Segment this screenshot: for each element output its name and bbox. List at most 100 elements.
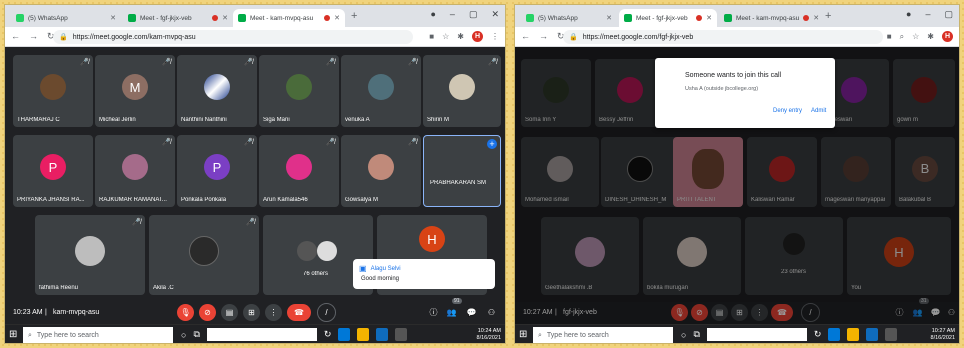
close-icon[interactable]: ✕ [110,14,116,22]
info-icon[interactable]: ⓘ [425,304,442,321]
more-options-button[interactable]: ⋮ [751,304,768,321]
participant-tile[interactable]: Mohamed ismail [521,137,599,207]
activities-icon[interactable]: ⚇ [943,304,959,321]
tab-whatsapp[interactable]: (5) WhatsApp ✕ [521,9,617,27]
tab-meet-fgf[interactable]: Meet - fgf-jkjx-veb ✕ [619,9,717,27]
participant-tile[interactable]: bokila murugan [643,217,741,295]
participant-tile[interactable]: 🎤̸ P Ponkala Ponkala [177,135,257,207]
extensions-icon[interactable]: ✱ [457,32,464,41]
bookmark-star-icon[interactable]: ☆ [442,32,449,41]
camera-toggle-button[interactable]: ⊘ [691,304,708,321]
people-icon[interactable]: 👥 [909,304,926,321]
camera-icon[interactable]: ■ [887,32,892,41]
profile-circle-icon[interactable]: ● [906,9,911,20]
people-icon[interactable]: 👥 [443,304,460,321]
participant-tile[interactable]: 🎤̸ M Micheal Jerlin [95,55,175,127]
windows-start-icon[interactable]: ⊞ [519,329,527,340]
participant-tile[interactable]: Kaliswari Ramar [747,137,817,207]
zoom-icon[interactable]: ⌕ [900,32,904,42]
chrome-icon[interactable] [847,328,860,341]
tab-meet-fgf[interactable]: Meet - fgf-jkjx-veb ✕ [123,9,233,27]
captions-button[interactable]: ▤ [711,304,728,321]
participant-tile[interactable]: gowri m [893,59,955,127]
participant-tile[interactable]: DINESH_DHINESH_M [601,137,679,207]
forward-icon[interactable]: → [539,31,548,42]
captions-button[interactable]: ▤ [221,304,238,321]
tab-meet-kam[interactable]: Meet - kam-mvpq-asu ✕ [233,9,345,27]
close-window-icon[interactable]: ✕ [491,9,499,20]
chat-icon[interactable]: 💬 [927,304,944,321]
participant-tile[interactable]: mageswari mariyappan [821,137,891,207]
admit-button[interactable]: Admit [811,108,826,114]
close-icon[interactable]: ✕ [813,14,819,22]
maximize-icon[interactable]: ▢ [944,9,953,20]
leave-call-button[interactable]: ☎ [287,304,311,321]
tab-whatsapp[interactable]: (5) WhatsApp ✕ [11,9,121,27]
participant-tile[interactable]: P PRIYANKA JHANSI RA... [13,135,93,207]
tab-meet-kam[interactable]: Meet - kam-mvpq-asu ✕ [719,9,819,27]
store-icon[interactable] [395,328,408,341]
chat-notification[interactable]: ▣ Alagu Selvi Good morning [353,259,495,289]
participant-tile[interactable]: 🎤̸ Nanthini Nanthini [177,55,257,127]
back-icon[interactable]: ← [11,31,20,42]
windows-start-icon[interactable]: ⊞ [9,329,17,340]
extensions-icon[interactable]: ✱ [927,32,934,41]
leave-call-button[interactable]: ☎ [771,304,793,321]
bookmark-star-icon[interactable]: ☆ [912,32,919,41]
minimize-icon[interactable]: – [925,9,930,20]
mic-toggle-button[interactable]: 🎙 [177,304,194,321]
task-view-icon[interactable]: ⧉ [193,329,199,340]
participant-tile[interactable]: 🎤̸ Shirin M [423,55,501,127]
info-icon[interactable]: ⓘ [891,304,908,321]
close-icon[interactable]: ✕ [606,14,612,22]
new-tab-icon[interactable]: + [351,10,357,22]
participant-tile[interactable]: Soma Irin Y [521,59,591,127]
participant-tile[interactable]: 🎤̸ Siga Mani [259,55,339,127]
url-field[interactable]: 🔒 https://meet.google.com/kam-mvpq-asu [53,30,413,44]
profile-avatar[interactable]: H [942,31,953,42]
mail-icon[interactable] [376,328,389,341]
store-icon[interactable] [885,328,898,341]
menu-kebab-icon[interactable]: ⋮ [491,32,499,41]
mic-toggle-button[interactable]: 🎙 [671,304,688,321]
participant-tile[interactable]: 🎤̸ THARMARAJ C [13,55,93,127]
camera-toggle-button[interactable]: ⊘ [199,304,216,321]
mail-icon[interactable] [866,328,879,341]
participant-tile[interactable]: B Balakubal B [895,137,955,207]
cortana-icon[interactable]: ○ [681,330,686,340]
participant-video-tile[interactable]: PRITI TALENT [673,137,743,207]
add-icon[interactable]: + [487,139,497,149]
edge-icon[interactable] [828,328,841,341]
task-view-icon[interactable]: ⧉ [693,329,699,340]
participant-tile[interactable]: 🎤̸ venuka A [341,55,421,127]
participant-tile[interactable]: 🎤̸ Akila .C [149,215,259,295]
others-tile[interactable]: 23 others [745,217,843,295]
refresh-icon[interactable]: ↻ [324,329,332,340]
participant-tile[interactable]: 🎤̸ Arun Kamala546 [259,135,339,207]
present-button[interactable]: ⊞ [731,304,748,321]
camera-icon[interactable]: ■ [429,32,434,41]
pen-icon[interactable]: / [801,303,820,322]
forward-icon[interactable]: → [29,31,38,42]
deny-entry-button[interactable]: Deny entry [773,108,802,114]
activities-icon[interactable]: ⚇ [483,304,500,321]
new-tab-icon[interactable]: + [825,10,831,22]
edge-icon[interactable] [338,328,351,341]
participant-tile-pinned[interactable]: + PRABHAKARAN SM [423,135,501,207]
back-icon[interactable]: ← [521,31,530,42]
present-button[interactable]: ⊞ [243,304,260,321]
maximize-icon[interactable]: ▢ [469,9,478,20]
pen-icon[interactable]: / [317,303,336,322]
participant-tile[interactable]: 🎤̸ RAJKUMAR RAMANAT... [95,135,175,207]
participant-tile[interactable]: 🎤̸ Gowsalya M [341,135,421,207]
self-tile[interactable]: H You [847,217,951,295]
minimize-icon[interactable]: – [450,9,455,20]
chat-icon[interactable]: 💬 [463,304,480,321]
taskbar-search-input[interactable]: ⌕ Type here to search [23,327,173,343]
participant-tile[interactable]: 🎤̸ fathima Reenu [35,215,145,295]
profile-circle-icon[interactable]: ● [430,9,435,20]
close-icon[interactable]: ✕ [706,14,712,22]
profile-avatar[interactable]: H [472,31,483,42]
participant-tile[interactable]: Geethalakshmi .B [541,217,639,295]
chrome-icon[interactable] [357,328,370,341]
